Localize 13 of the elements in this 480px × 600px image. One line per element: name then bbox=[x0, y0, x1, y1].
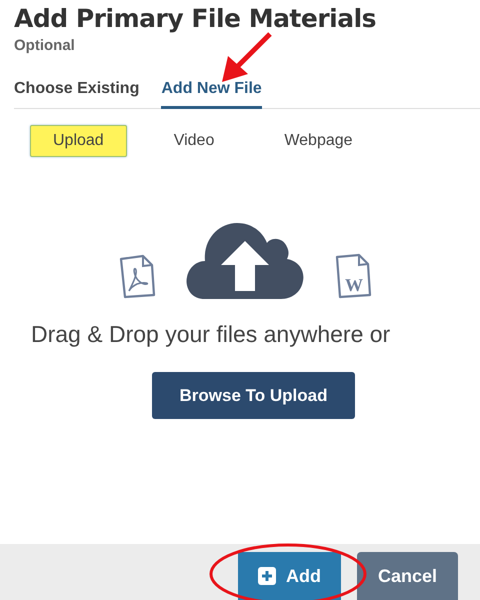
source-tab[interactable]: Webpage bbox=[261, 125, 376, 157]
source-tab[interactable]: Video bbox=[150, 125, 238, 157]
source-tab[interactable]: Upload bbox=[30, 125, 127, 157]
tab[interactable]: Choose Existing bbox=[14, 80, 140, 109]
word-file-icon: W bbox=[333, 253, 373, 299]
cancel-button[interactable]: Cancel bbox=[357, 552, 458, 600]
plus-icon bbox=[258, 567, 276, 585]
pdf-file-icon bbox=[117, 253, 157, 299]
add-button[interactable]: Add bbox=[238, 552, 341, 600]
browse-button[interactable]: Browse To Upload bbox=[152, 372, 355, 419]
drop-instructions: Drag & Drop your files anywhere or bbox=[31, 321, 392, 348]
page-title: Add Primary File Materials bbox=[14, 4, 378, 33]
subtitle: Optional bbox=[14, 37, 76, 54]
